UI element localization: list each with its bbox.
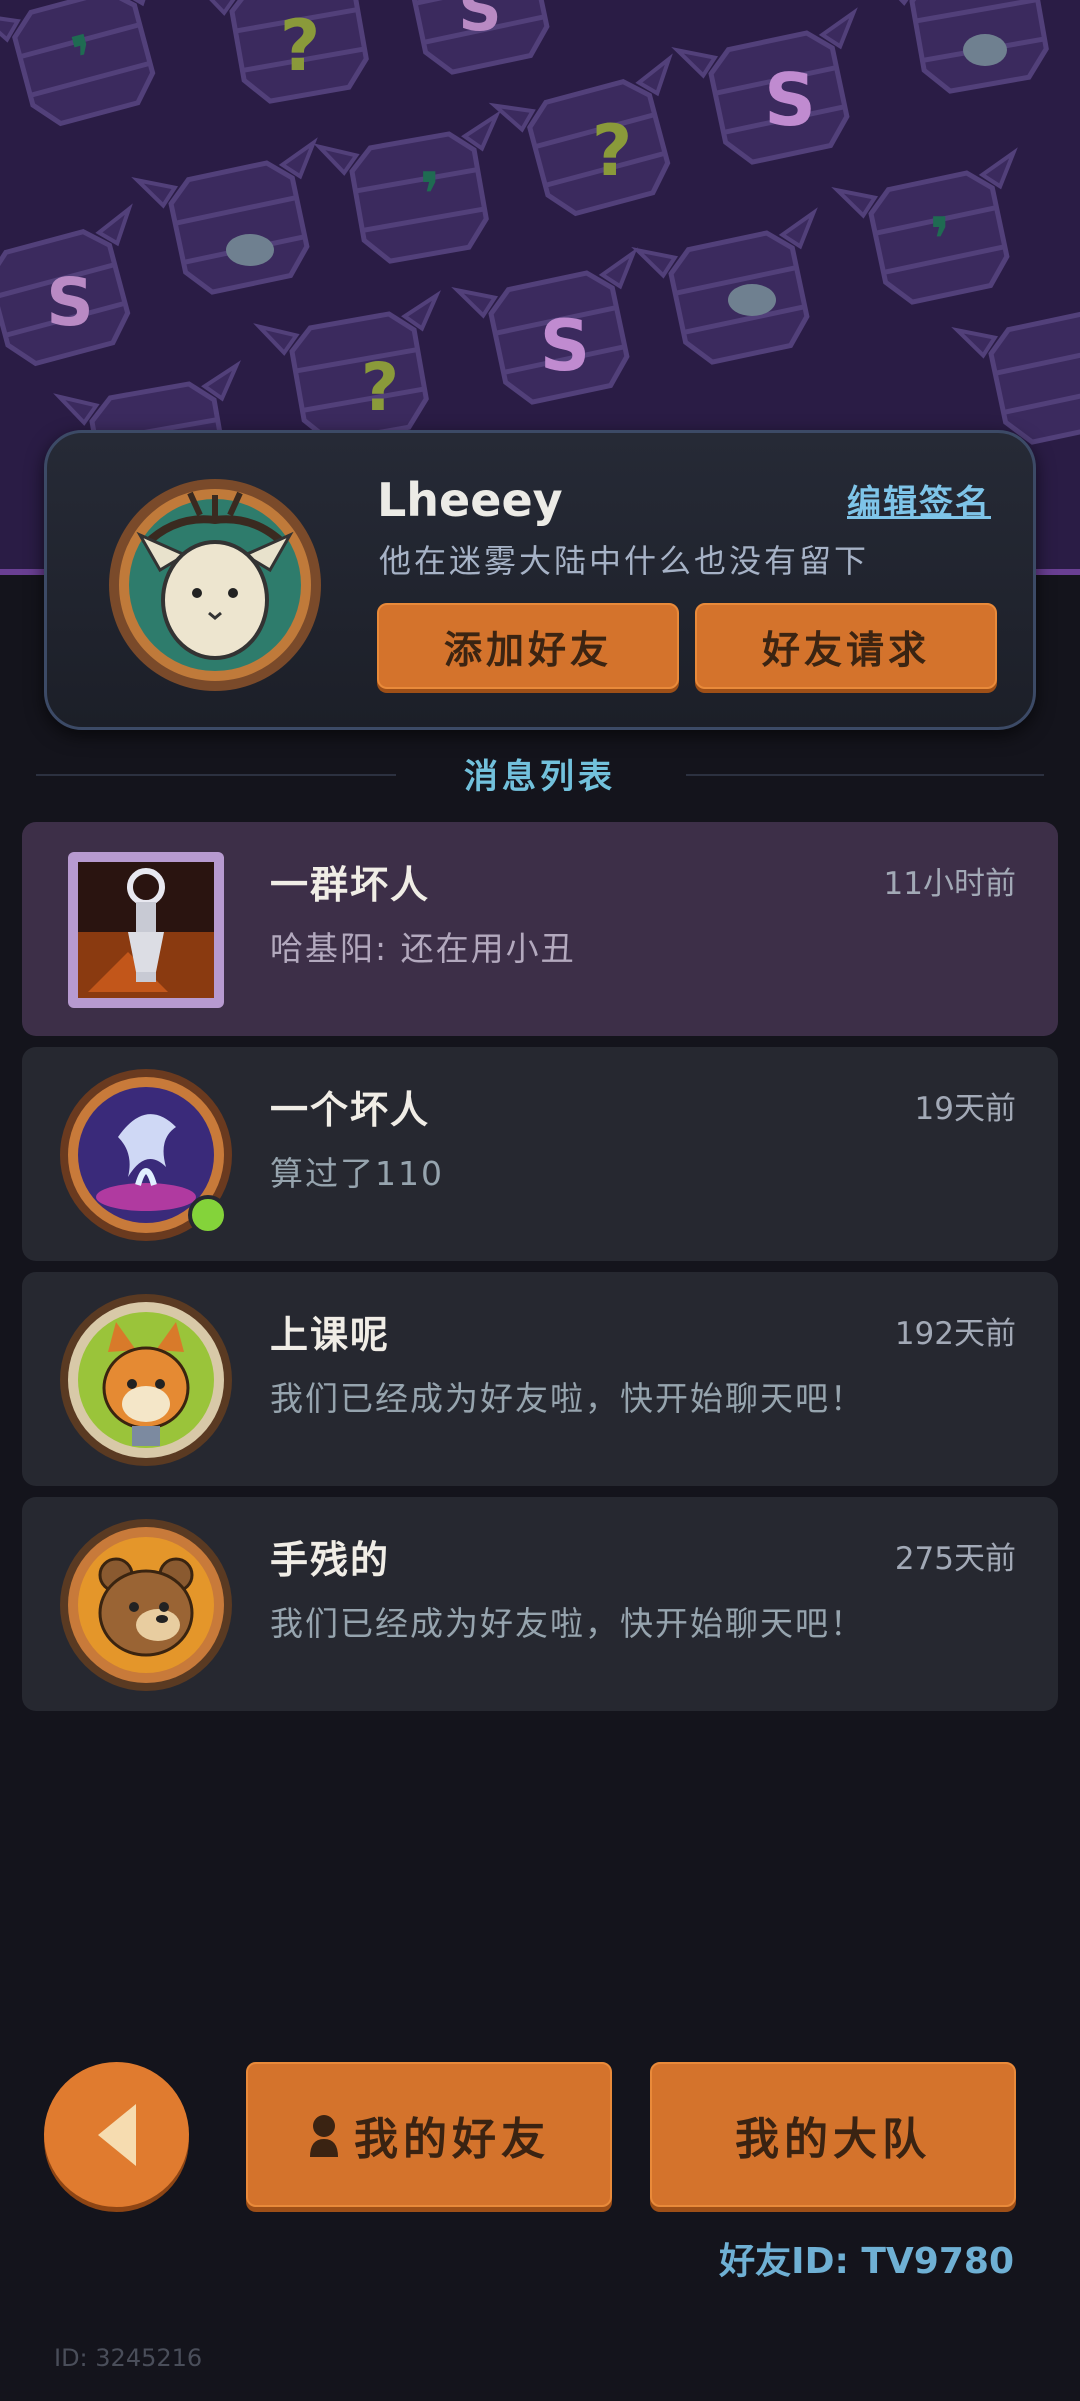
friend-request-button[interactable]: 好友请求 xyxy=(695,603,997,689)
conversation-name: 上课呢 xyxy=(270,1313,391,1357)
person-icon xyxy=(308,2113,340,2157)
section-title: 消息列表 xyxy=(464,756,616,797)
svg-text:❜: ❜ xyxy=(930,205,951,275)
svg-text:?: ? xyxy=(361,349,399,426)
my-friends-label: 我的好友 xyxy=(354,2113,550,2165)
svg-text:S: S xyxy=(458,0,501,45)
profile-signature: 他在迷雾大陆中什么也没有留下 xyxy=(379,542,870,580)
add-friend-button[interactable]: 添加好友 xyxy=(377,603,679,689)
conversation-name: 一群坏人 xyxy=(270,863,431,907)
svg-text:?: ? xyxy=(280,5,321,87)
my-friends-button[interactable]: 我的好友 xyxy=(246,2062,612,2207)
online-status-dot xyxy=(188,1195,228,1235)
svg-text:S: S xyxy=(46,264,94,341)
svg-text:❜: ❜ xyxy=(420,160,441,230)
group-castle-icon xyxy=(68,852,224,1008)
user-id: ID: 3245216 xyxy=(54,2344,203,2372)
cat-mage-avatar[interactable] xyxy=(105,475,325,695)
message-preview: 算过了110 xyxy=(270,1154,444,1193)
back-button[interactable] xyxy=(44,2062,189,2207)
my-team-label: 我的大队 xyxy=(735,2113,931,2165)
svg-text:S: S xyxy=(540,305,590,387)
message-preview: 我们已经成为好友啦，快开始聊天吧！ xyxy=(270,1604,865,1643)
message-preview: 我们已经成为好友啦，快开始聊天吧！ xyxy=(270,1379,865,1418)
message-item[interactable]: 一个坏人 19天前 算过了110 xyxy=(22,1047,1058,1261)
message-time: 11小时前 xyxy=(883,866,1016,902)
svg-text:?: ? xyxy=(592,110,633,192)
fox-avatar xyxy=(60,1294,232,1466)
profile-card: Lheeey 编辑签名 他在迷雾大陆中什么也没有留下 添加好友 好友请求 xyxy=(44,430,1036,730)
message-time: 19天前 xyxy=(914,1091,1016,1127)
conversation-name: 手残的 xyxy=(270,1538,391,1582)
svg-text:S: S xyxy=(764,58,816,142)
message-time: 275天前 xyxy=(894,1541,1016,1577)
friend-id: 好友ID: TV9780 xyxy=(719,2241,1014,2282)
profile-name: Lheeey xyxy=(377,473,563,527)
back-arrow-icon xyxy=(97,2103,136,2166)
message-item[interactable]: 手残的 275天前 我们已经成为好友啦，快开始聊天吧！ xyxy=(22,1497,1058,1711)
message-list: 一群坏人 11小时前 哈基阳: 还在用小丑 一个坏人 19天前 算过了110 上… xyxy=(22,822,1058,1722)
divider xyxy=(36,774,396,776)
conversation-name: 一个坏人 xyxy=(270,1088,431,1132)
message-item[interactable]: 一群坏人 11小时前 哈基阳: 还在用小丑 xyxy=(22,822,1058,1036)
divider xyxy=(686,774,1044,776)
edit-signature-link[interactable]: 编辑签名 xyxy=(847,475,991,524)
bear-avatar xyxy=(60,1519,232,1691)
message-time: 192天前 xyxy=(894,1316,1016,1352)
my-team-button[interactable]: 我的大队 xyxy=(650,2062,1016,2207)
message-item[interactable]: 上课呢 192天前 我们已经成为好友啦，快开始聊天吧！ xyxy=(22,1272,1058,1486)
message-list-header: 消息列表 xyxy=(0,748,1080,798)
message-preview: 哈基阳: 还在用小丑 xyxy=(270,929,576,968)
